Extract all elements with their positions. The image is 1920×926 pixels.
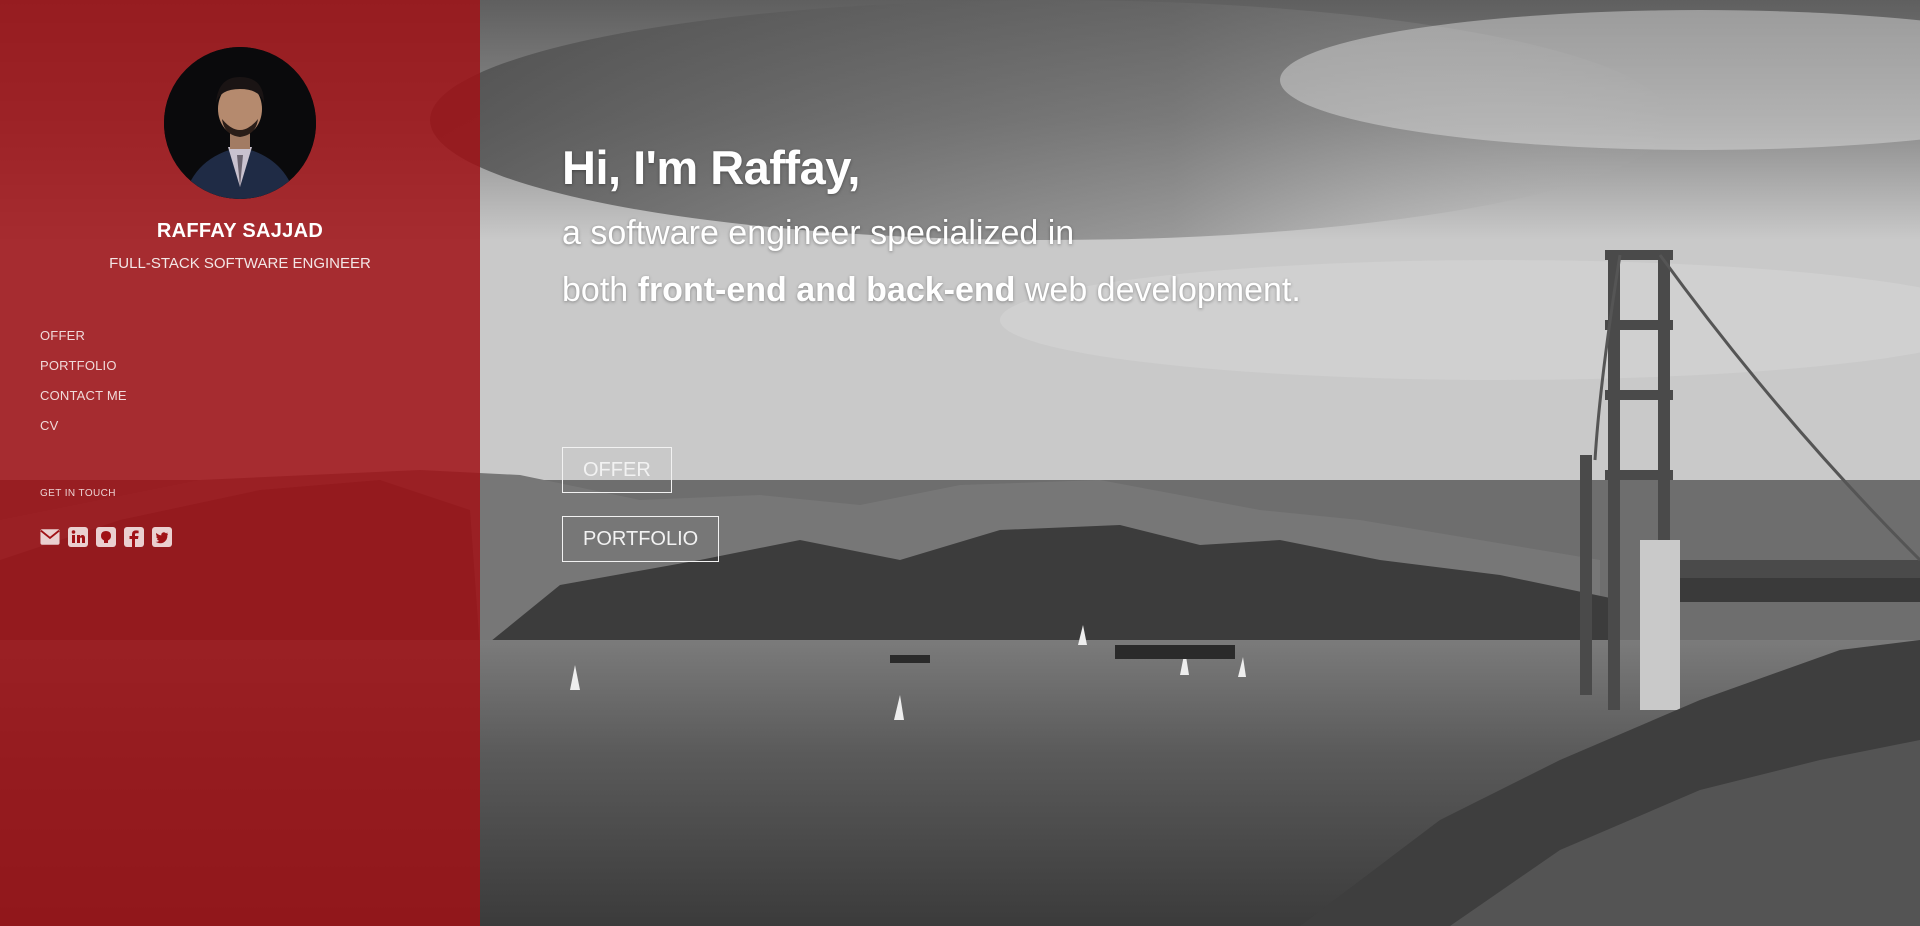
nav-item-portfolio: PORTFOLIO xyxy=(40,356,127,386)
profile-role: FULL-STACK SOFTWARE ENGINEER xyxy=(109,255,371,272)
hero-tagline-line1: a software engineer specialized in xyxy=(562,214,1075,252)
offer-button[interactable]: OFFER xyxy=(562,447,672,493)
nav-item-cv: CV xyxy=(40,416,127,446)
hero-line2-after: web development. xyxy=(1015,271,1301,309)
hero-line2-bold: front-end and back-end xyxy=(637,271,1016,309)
linkedin-icon[interactable] xyxy=(68,527,88,547)
hero-line2-before: both xyxy=(562,271,638,309)
nav-item-contact: CONTACT ME xyxy=(40,386,127,416)
facebook-icon[interactable] xyxy=(124,527,144,547)
portfolio-button[interactable]: PORTFOLIO xyxy=(562,516,720,562)
hero-greeting: Hi, I'm Raffay, xyxy=(562,141,860,194)
nav-link-portfolio[interactable]: PORTFOLIO xyxy=(40,356,117,376)
profile-name: RAFFAY SAJJAD xyxy=(156,220,324,242)
nav-link-offer[interactable]: OFFER xyxy=(40,326,85,346)
envelope-icon[interactable] xyxy=(40,527,60,547)
nav-item-offer: OFFER xyxy=(40,326,127,356)
github-icon[interactable] xyxy=(96,527,116,547)
get-in-touch-title: GET IN TOUCH xyxy=(40,488,116,499)
avatar xyxy=(164,47,316,199)
hero-tagline-line2: both front-end and back-end web developm… xyxy=(562,271,1301,310)
twitter-icon[interactable] xyxy=(152,527,172,547)
sidebar-nav: OFFER PORTFOLIO CONTACT ME CV xyxy=(40,326,127,446)
sidebar: RAFFAY SAJJAD FULL-STACK SOFTWARE ENGINE… xyxy=(0,0,480,926)
nav-link-cv[interactable]: CV xyxy=(40,416,58,436)
nav-link-contact[interactable]: CONTACT ME xyxy=(40,386,127,406)
social-links xyxy=(40,527,172,547)
